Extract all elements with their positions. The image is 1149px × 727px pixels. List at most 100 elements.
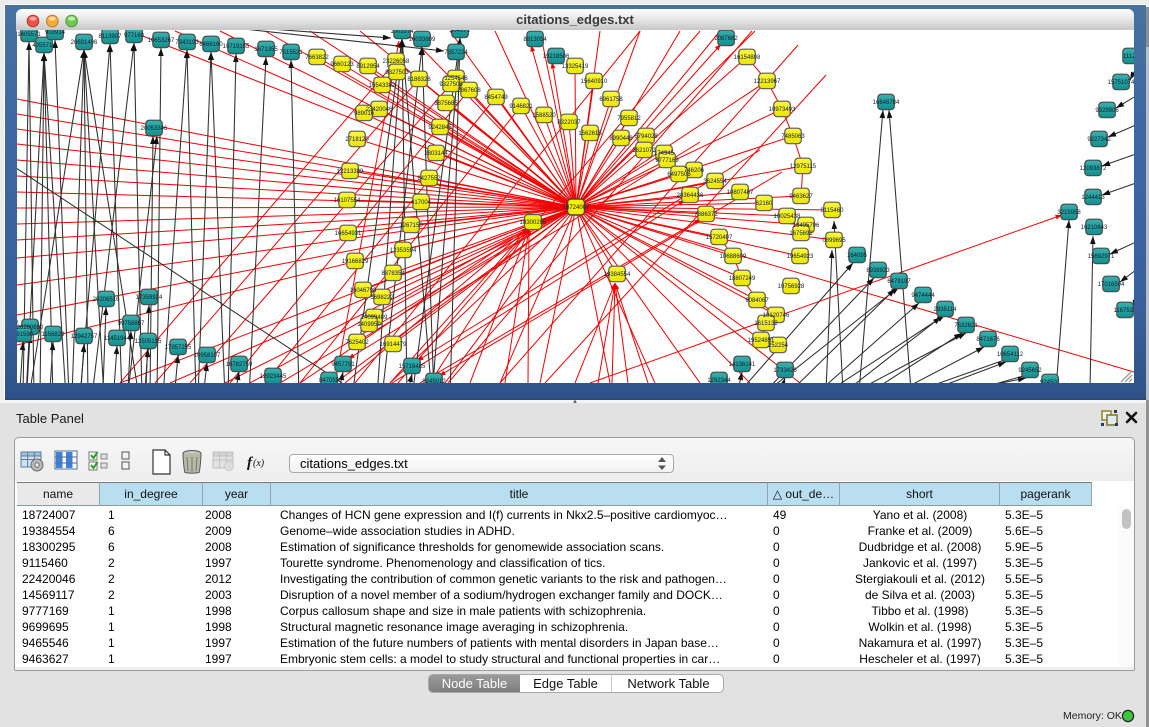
svg-text:6466160: 6466160 xyxy=(199,42,223,48)
svg-text:10025438: 10025438 xyxy=(774,214,801,220)
svg-text:16046798: 16046798 xyxy=(350,288,377,294)
svg-text:989016: 989016 xyxy=(354,111,375,117)
svg-text:7886372: 7886372 xyxy=(694,212,718,218)
svg-text:5698222: 5698222 xyxy=(370,295,394,301)
svg-text:11451944: 11451944 xyxy=(104,336,131,342)
svg-text:19384554: 19384554 xyxy=(604,272,631,278)
svg-text:9463627: 9463627 xyxy=(789,194,813,200)
svg-text:903914: 903914 xyxy=(45,30,66,36)
svg-text:10654112: 10654112 xyxy=(997,352,1024,358)
svg-text:16210643: 16210643 xyxy=(1081,225,1108,231)
svg-text:10756928: 10756928 xyxy=(778,284,805,290)
svg-text:10719155: 10719155 xyxy=(223,44,250,50)
svg-text:(x): (x) xyxy=(253,458,265,469)
svg-text:9660123: 9660123 xyxy=(330,62,354,68)
svg-text:8938923: 8938923 xyxy=(866,268,890,274)
svg-text:15640910: 15640910 xyxy=(581,79,608,85)
svg-text:16543382: 16543382 xyxy=(369,83,396,89)
svg-text:19166829: 19166829 xyxy=(342,259,369,265)
svg-text:2867608: 2867608 xyxy=(457,88,481,94)
svg-text:9245012: 9245012 xyxy=(422,379,446,383)
svg-text:8113907: 8113907 xyxy=(99,34,123,40)
svg-text:904371: 904371 xyxy=(450,30,471,34)
svg-text:15692971: 15692971 xyxy=(1088,254,1115,260)
svg-text:252254: 252254 xyxy=(768,343,789,349)
svg-text:8186328: 8186328 xyxy=(407,77,431,83)
svg-text:20053346: 20053346 xyxy=(141,126,168,132)
svg-text:9242845: 9242845 xyxy=(428,125,452,131)
svg-text:8878354: 8878354 xyxy=(381,271,405,277)
svg-text:6497508: 6497508 xyxy=(667,172,691,178)
svg-text:7485063: 7485063 xyxy=(781,134,805,140)
svg-text:9146821: 9146821 xyxy=(509,104,533,110)
svg-text:12353594: 12353594 xyxy=(390,248,417,254)
svg-text:2935114: 2935114 xyxy=(934,307,958,313)
svg-text:12213389: 12213389 xyxy=(337,169,364,175)
svg-text:1733426: 1733426 xyxy=(773,368,797,374)
svg-text:7663822: 7663822 xyxy=(305,55,329,61)
svg-text:12975115: 12975115 xyxy=(790,164,817,170)
svg-text:23226058: 23226058 xyxy=(383,59,410,65)
svg-text:20206516: 20206516 xyxy=(93,297,120,303)
svg-text:9245652: 9245652 xyxy=(1018,368,1042,374)
svg-text:99758867: 99758867 xyxy=(118,321,145,327)
svg-text:62160: 62160 xyxy=(756,201,773,207)
svg-text:16648784: 16648784 xyxy=(873,100,900,106)
svg-text:8912954: 8912954 xyxy=(356,64,380,70)
svg-text:391590: 391590 xyxy=(17,332,34,338)
svg-text:1562615: 1562615 xyxy=(578,131,602,137)
svg-text:15720407: 15720407 xyxy=(706,235,733,241)
svg-text:7343193: 7343193 xyxy=(175,40,199,46)
svg-text:6479197: 6479197 xyxy=(887,279,911,285)
svg-text:18724007: 18724007 xyxy=(563,205,590,211)
svg-text:1244413: 1244413 xyxy=(1081,195,1105,201)
svg-text:10120746: 10120746 xyxy=(763,313,790,319)
svg-text:9474444: 9474444 xyxy=(911,293,935,299)
svg-text:17016504: 17016504 xyxy=(1098,282,1125,288)
svg-text:10958107: 10958107 xyxy=(194,353,221,359)
svg-text:847059: 847059 xyxy=(319,378,340,383)
svg-text:12505135: 12505135 xyxy=(135,339,162,345)
svg-text:12213967: 12213967 xyxy=(754,79,781,85)
svg-text:2803144: 2803144 xyxy=(424,151,448,157)
svg-text:18300295: 18300295 xyxy=(520,220,547,226)
svg-text:3624554: 3624554 xyxy=(703,179,727,185)
svg-text:1167533: 1167533 xyxy=(1114,308,1134,314)
svg-text:1292344: 1292344 xyxy=(707,378,731,383)
svg-text:10807487: 10807487 xyxy=(727,190,754,196)
svg-text:3875685: 3875685 xyxy=(434,101,458,107)
svg-text:3215958: 3215958 xyxy=(1057,210,1081,216)
svg-text:7955812: 7955812 xyxy=(617,116,641,122)
svg-text:8454749: 8454749 xyxy=(484,95,508,101)
svg-text:16154808: 16154808 xyxy=(734,55,761,61)
svg-text:7632621: 7632621 xyxy=(954,323,978,329)
svg-text:174945: 174945 xyxy=(654,151,675,157)
svg-text:7357224: 7357224 xyxy=(444,50,468,56)
svg-text:19654923: 19654923 xyxy=(787,254,814,260)
svg-text:924501: 924501 xyxy=(1040,380,1061,383)
svg-text:26260690: 26260690 xyxy=(17,325,44,331)
svg-text:10688609: 10688609 xyxy=(720,254,747,260)
svg-text:1588520: 1588520 xyxy=(532,113,556,119)
svg-text:16033809: 16033809 xyxy=(409,37,436,43)
svg-text:8813054: 8813054 xyxy=(523,37,547,43)
svg-text:9227342: 9227342 xyxy=(1087,137,1111,143)
svg-text:20691406: 20691406 xyxy=(71,40,98,46)
svg-text:1409950: 1409950 xyxy=(357,322,381,328)
svg-text:17957255: 17957255 xyxy=(165,345,192,351)
svg-text:13495796: 13495796 xyxy=(793,223,820,229)
svg-text:1003374: 1003374 xyxy=(390,30,414,35)
svg-text:16654931: 16654931 xyxy=(335,231,362,237)
svg-text:2087682: 2087682 xyxy=(714,36,738,42)
svg-text:4055714: 4055714 xyxy=(32,43,56,49)
svg-text:10973493: 10973493 xyxy=(769,107,796,113)
svg-text:417004: 417004 xyxy=(411,200,432,206)
svg-text:8471676: 8471676 xyxy=(976,337,1000,343)
svg-text:16107554: 16107554 xyxy=(334,198,361,204)
svg-text:9115460: 9115460 xyxy=(821,208,845,214)
svg-text:9327503: 9327503 xyxy=(385,70,409,76)
svg-text:12923445: 12923445 xyxy=(260,374,287,380)
svg-text:14136141: 14136141 xyxy=(729,362,756,368)
svg-text:20364436: 20364436 xyxy=(677,193,704,199)
svg-text:9084067: 9084067 xyxy=(745,298,769,304)
